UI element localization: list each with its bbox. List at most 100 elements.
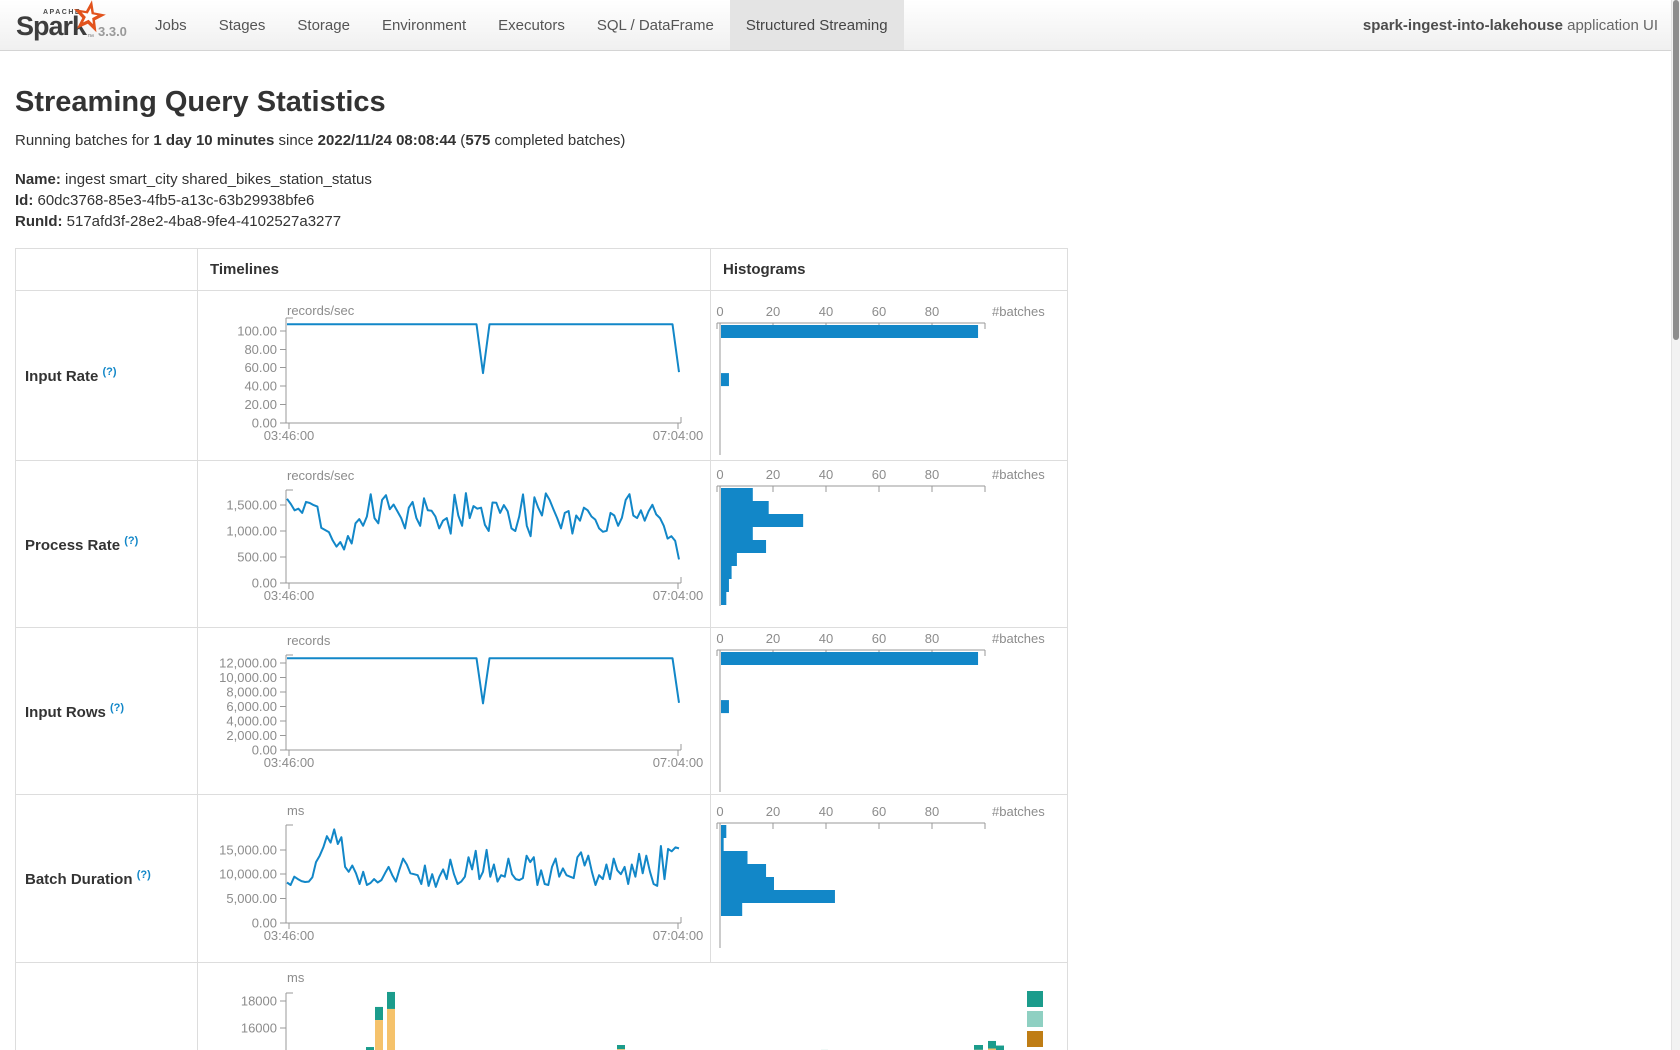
svg-text:03:46:00: 03:46:00 (264, 428, 315, 443)
input-rows-timeline-cell: records12,000.0010,000.008,000.006,000.0… (198, 628, 711, 795)
svg-text:03:46:00: 03:46:00 (264, 755, 315, 770)
svg-text:100.00: 100.00 (237, 323, 277, 338)
row-label-text: Input Rate (25, 368, 98, 385)
page-scrollbar (1671, 0, 1680, 1050)
svg-text:records/sec: records/sec (287, 303, 355, 318)
statistics-table: Timelines Histograms Input Rate (?) reco… (15, 248, 1068, 1050)
input-rows-histogram-chart: 020406080#batches (711, 628, 1066, 793)
svg-text:5,000.00: 5,000.00 (226, 891, 277, 906)
top-navbar: APACHE Spark ™ 3.3.0 JobsStagesStorageEn… (0, 0, 1680, 51)
svg-text:07:04:00: 07:04:00 (653, 588, 704, 603)
row-label-input-rate: Input Rate (?) (16, 291, 198, 461)
scrollbar-thumb[interactable] (1673, 0, 1679, 340)
row-label-text: Input Rows (25, 704, 106, 721)
process-rate-histogram-cell: 020406080#batches (711, 461, 1068, 628)
svg-text:60: 60 (872, 631, 886, 646)
svg-text:12,000.00: 12,000.00 (219, 655, 277, 670)
svg-text:40: 40 (819, 804, 833, 819)
batch-duration-histogram-chart: 020406080#batches (711, 795, 1066, 961)
svg-text:60: 60 (872, 304, 886, 319)
row-label-operation-duration (16, 963, 198, 1050)
table-row: ms180001600014000 (16, 963, 1068, 1050)
svg-text:0: 0 (716, 631, 723, 646)
tab-sql-dataframe[interactable]: SQL / DataFrame (581, 0, 730, 50)
tab-structured-streaming[interactable]: Structured Streaming (730, 0, 904, 50)
svg-text:2,000.00: 2,000.00 (226, 728, 277, 743)
svg-text:80: 80 (925, 304, 939, 319)
application-title: spark-ingest-into-lakehouse application … (1363, 17, 1658, 34)
table-row: Input Rate (?) records/sec100.0080.0060.… (16, 291, 1068, 461)
svg-text:40.00: 40.00 (244, 379, 277, 394)
svg-text:80: 80 (925, 631, 939, 646)
svg-text:8,000.00: 8,000.00 (226, 684, 277, 699)
svg-text:40: 40 (819, 467, 833, 482)
spark-logo[interactable]: APACHE Spark ™ 3.3.0 (14, 0, 139, 50)
tab-stages[interactable]: Stages (203, 0, 282, 50)
svg-text:#batches: #batches (992, 304, 1045, 319)
svg-text:#batches: #batches (992, 804, 1045, 819)
tab-executors[interactable]: Executors (482, 0, 581, 50)
input-rows-histogram-cell: 020406080#batches (711, 628, 1068, 795)
query-meta-block: Name: ingest smart_city shared_bikes_sta… (15, 169, 1680, 232)
operation-duration-chart-cell: ms180001600014000 (198, 963, 1068, 1050)
help-tooltip-input-rows[interactable]: (?) (110, 702, 124, 714)
svg-text:07:04:00: 07:04:00 (653, 755, 704, 770)
svg-text:80: 80 (925, 467, 939, 482)
svg-text:0: 0 (716, 467, 723, 482)
input-rate-timeline-chart: records/sec100.0080.0060.0040.0020.000.0… (198, 291, 709, 459)
svg-text:ms: ms (287, 970, 305, 985)
help-tooltip-process-rate[interactable]: (?) (124, 535, 138, 547)
tab-storage[interactable]: Storage (281, 0, 366, 50)
svg-text:07:04:00: 07:04:00 (653, 928, 704, 943)
name-label: Name: (15, 171, 61, 188)
runid-value: 517afd3f-28e2-4ba8-9fe4-4102527a3277 (62, 213, 341, 230)
help-tooltip-batch-duration[interactable]: (?) (137, 869, 151, 881)
nav-tabs: JobsStagesStorageEnvironmentExecutorsSQL… (139, 0, 904, 50)
application-title-suffix: application UI (1563, 17, 1658, 34)
row-label-input-rows: Input Rows (?) (16, 628, 198, 795)
running-text: since (274, 132, 317, 149)
process-rate-timeline-cell: records/sec1,500.001,000.00500.000.0003:… (198, 461, 711, 628)
svg-text:15,000.00: 15,000.00 (219, 842, 277, 857)
batch-duration-histogram-cell: 020406080#batches (711, 795, 1068, 963)
help-tooltip-input-rate[interactable]: (?) (103, 366, 117, 378)
svg-text:500.00: 500.00 (237, 550, 277, 565)
row-label-batch-duration: Batch Duration (?) (16, 795, 198, 963)
name-value: ingest smart_city shared_bikes_station_s… (61, 171, 372, 188)
svg-text:16000: 16000 (241, 1021, 277, 1036)
application-name: spark-ingest-into-lakehouse (1363, 17, 1563, 34)
trademark-symbol: ™ (87, 34, 94, 41)
running-batches-line: Running batches for 1 day 10 minutes sin… (15, 132, 1680, 150)
table-row: Input Rows (?) records12,000.0010,000.00… (16, 628, 1068, 795)
row-label-text: Batch Duration (25, 871, 133, 888)
svg-text:60: 60 (872, 467, 886, 482)
svg-text:03:46:00: 03:46:00 (264, 588, 315, 603)
svg-text:records/sec: records/sec (287, 468, 355, 483)
svg-text:20.00: 20.00 (244, 397, 277, 412)
running-text: ( (456, 132, 465, 149)
operation-duration-stacked-chart: ms180001600014000 (198, 963, 1067, 1050)
tab-jobs[interactable]: Jobs (139, 0, 203, 50)
header-histograms: Histograms (711, 249, 1068, 291)
running-text: Running batches for (15, 132, 153, 149)
svg-text:0: 0 (716, 804, 723, 819)
svg-text:80: 80 (925, 804, 939, 819)
svg-text:ms: ms (287, 803, 305, 818)
svg-text:0: 0 (716, 304, 723, 319)
query-runid-line: RunId: 517afd3f-28e2-4ba8-9fe4-4102527a3… (15, 211, 1680, 232)
query-name-line: Name: ingest smart_city shared_bikes_sta… (15, 169, 1680, 190)
tab-environment[interactable]: Environment (366, 0, 482, 50)
page-title: Streaming Query Statistics (15, 86, 1680, 119)
svg-text:4,000.00: 4,000.00 (226, 713, 277, 728)
svg-text:20: 20 (766, 304, 780, 319)
batch-duration-timeline-cell: ms15,000.0010,000.005,000.000.0003:46:00… (198, 795, 711, 963)
process-rate-histogram-chart: 020406080#batches (711, 461, 1066, 626)
svg-text:60.00: 60.00 (244, 360, 277, 375)
batch-duration-timeline-chart: ms15,000.0010,000.005,000.000.0003:46:00… (198, 795, 709, 961)
runid-label: RunId: (15, 213, 62, 230)
input-rate-histogram-cell: 020406080#batches (711, 291, 1068, 461)
svg-text:records: records (287, 633, 331, 648)
svg-text:10,000.00: 10,000.00 (219, 867, 277, 882)
process-rate-timeline-chart: records/sec1,500.001,000.00500.000.0003:… (198, 461, 709, 626)
spark-version: 3.3.0 (98, 24, 127, 39)
